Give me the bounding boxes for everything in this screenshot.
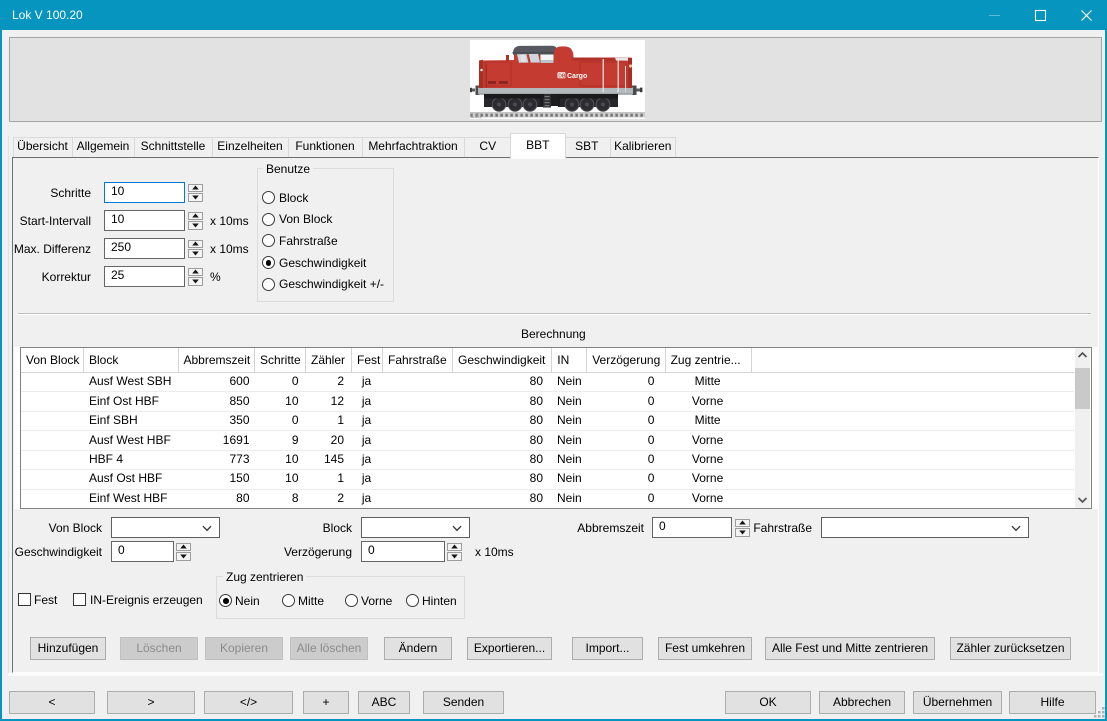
svg-text:DB: DB [558, 73, 566, 79]
svg-text:Cargo: Cargo [567, 73, 587, 80]
svg-text:LSₓ­: LSₓ­ [471, 113, 483, 119]
